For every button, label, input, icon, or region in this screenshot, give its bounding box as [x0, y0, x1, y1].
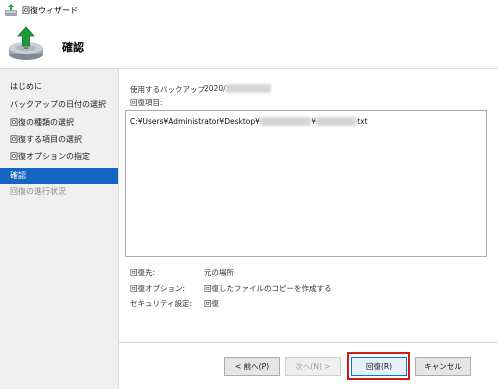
- backup-used-label: 使用するバックアップ:: [130, 85, 208, 94]
- prev-button[interactable]: < 前へ(P): [224, 357, 280, 376]
- redacted-folder: XXXXXXXXXX: [259, 117, 312, 126]
- backup-used-value: 2020/00/00 00:00: [204, 84, 272, 93]
- redacted-filename: XXXXXXXX: [316, 117, 358, 126]
- page-title: 確認: [62, 41, 84, 54]
- nav-item-getting-started[interactable]: はじめに: [0, 79, 118, 95]
- nav-item-select-backup-date[interactable]: バックアップの日付の選択: [0, 97, 118, 113]
- nav-item-select-items[interactable]: 回復する項目の選択: [0, 132, 118, 148]
- restore-items-list[interactable]: C:¥Users¥Administrator¥Desktop¥XXXXXXXXX…: [125, 110, 487, 257]
- restore-destination-value: 元の場所: [204, 268, 234, 277]
- backup-date-prefix: 2020/: [204, 84, 226, 93]
- security-setting-value: 回復: [204, 299, 219, 308]
- nav-item-recovery-options[interactable]: 回復オプションの指定: [0, 149, 118, 165]
- restore-option-label: 回復オプション:: [130, 284, 186, 293]
- restore-item-path[interactable]: C:¥Users¥Administrator¥Desktop¥XXXXXXXXX…: [130, 117, 368, 126]
- restore-drive-icon: [9, 26, 43, 60]
- path-prefix: C:¥Users¥Administrator¥Desktop¥: [130, 117, 260, 126]
- path-extension: txt: [357, 117, 368, 126]
- wizard-header: 確認: [0, 20, 498, 69]
- window-title: 回復ウィザード: [22, 6, 78, 15]
- restore-button[interactable]: 回復(R): [351, 357, 407, 376]
- next-button: 次へ(N) >: [285, 357, 341, 376]
- title-bar: 回復ウィザード: [0, 0, 498, 20]
- redacted-backup-time: 00/00 00:00: [225, 84, 272, 93]
- security-setting-label: セキュリティ設定:: [130, 299, 193, 308]
- footer-divider: [118, 342, 498, 343]
- nav-item-confirmation[interactable]: 確認: [0, 168, 118, 184]
- restore-destination-label: 回復先:: [130, 268, 156, 277]
- cancel-button[interactable]: キャンセル: [415, 357, 471, 376]
- restore-option-value: 回復したファイルのコピーを作成する: [204, 284, 332, 293]
- backup-wizard-icon: [5, 4, 17, 16]
- wizard-steps-sidebar: はじめに バックアップの日付の選択 回復の種類の選択 回復する項目の選択 回復オ…: [0, 69, 119, 389]
- restore-items-label: 回復項目:: [130, 98, 163, 107]
- nav-item-select-recovery-type[interactable]: 回復の種類の選択: [0, 115, 118, 131]
- nav-item-recovery-progress: 回復の進行状況: [10, 187, 66, 196]
